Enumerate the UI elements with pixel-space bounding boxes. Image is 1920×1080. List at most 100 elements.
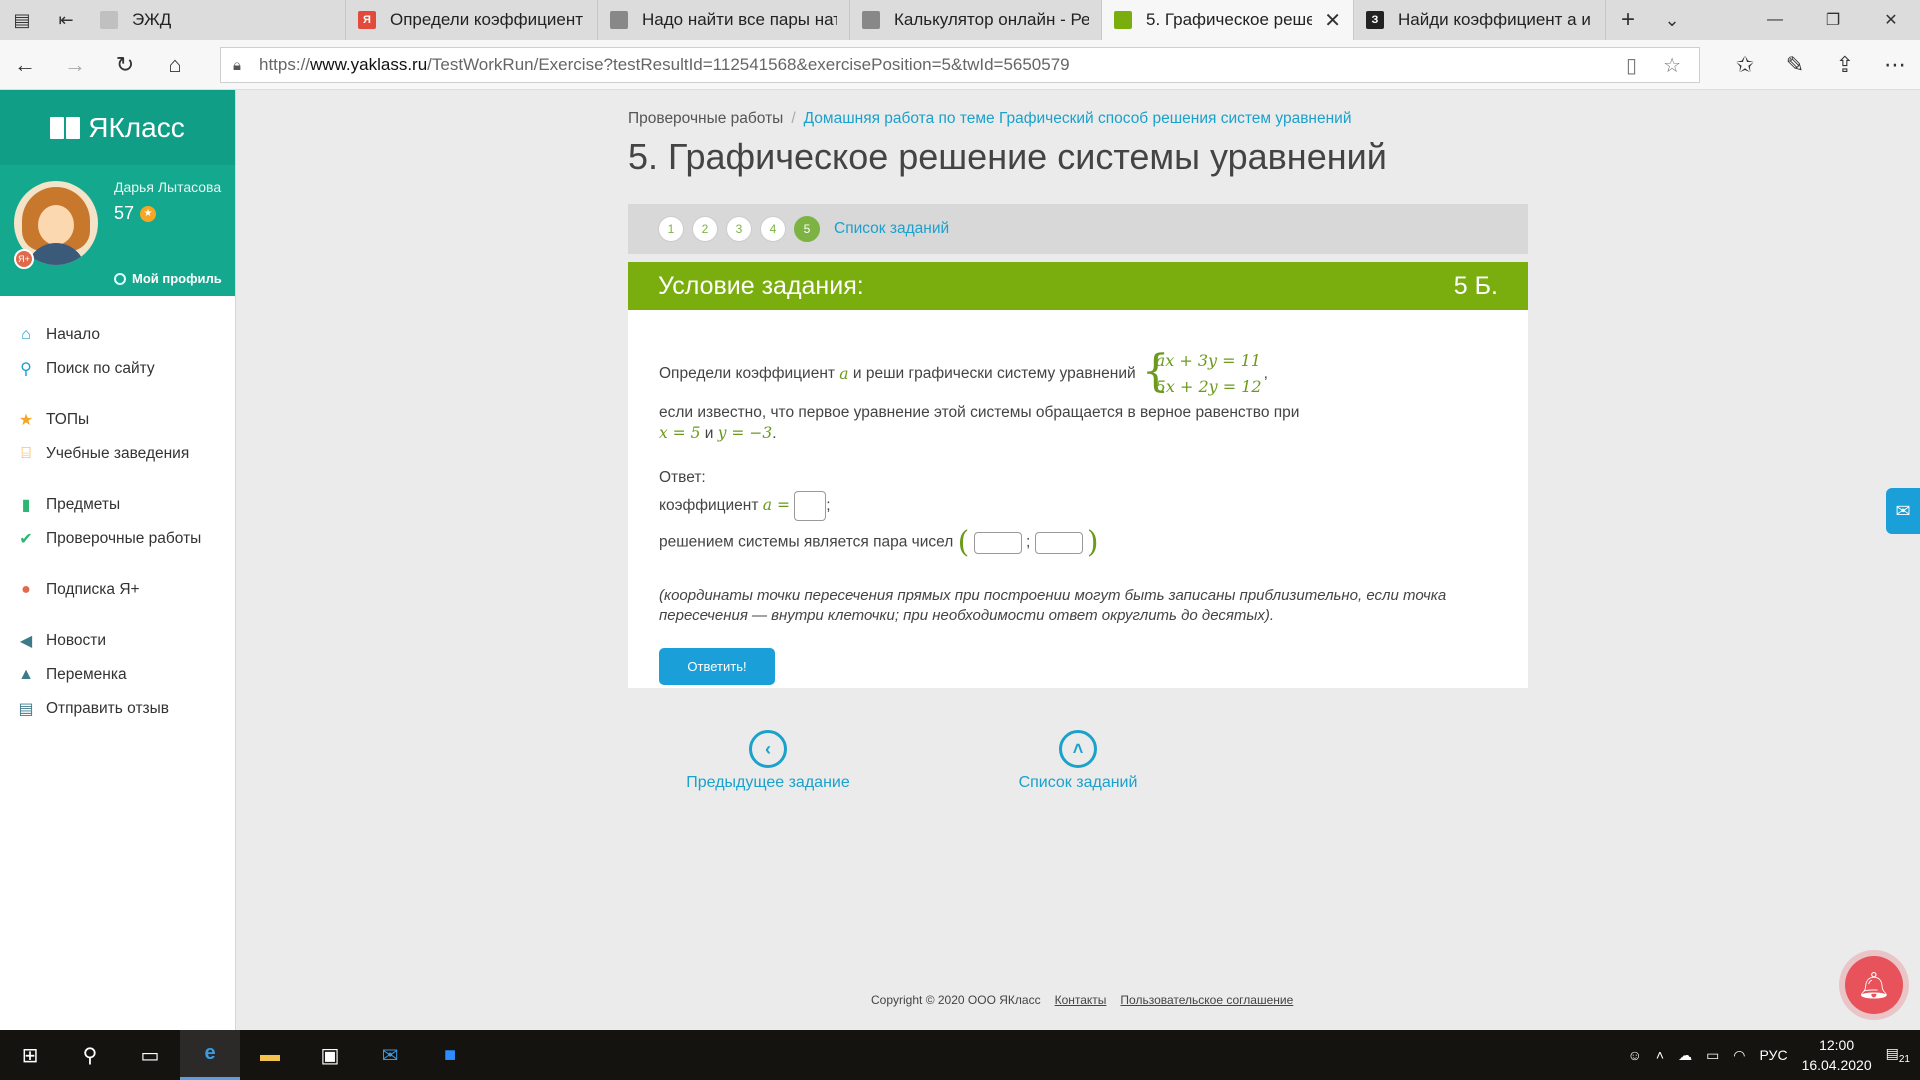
back-button[interactable]: ← [0, 40, 50, 90]
browser-address-bar: ← → ↻ ⌂ 🔒︎ https://www.yaklass.ru/TestWo… [0, 40, 1920, 90]
url-field[interactable]: 🔒︎ https://www.yaklass.ru/TestWorkRun/Ex… [220, 47, 1700, 83]
task-list-link[interactable]: ˄ Список заданий [968, 730, 1188, 792]
breadcrumb-tests[interactable]: Проверочные работы [628, 110, 783, 127]
pen-icon[interactable]: ✎ [1770, 40, 1820, 90]
battery-icon[interactable]: ▭ [1706, 1047, 1719, 1064]
file-explorer-icon[interactable]: ▬ [240, 1030, 300, 1080]
contacts-link[interactable]: Контакты [1055, 993, 1107, 1007]
terms-link[interactable]: Пользовательское соглашение [1120, 993, 1293, 1007]
wifi-icon[interactable]: ◠ [1733, 1047, 1745, 1064]
edge-browser-icon[interactable]: e [180, 1030, 240, 1080]
submit-answer-button[interactable]: Ответить! [659, 648, 775, 685]
task-page-button[interactable]: 5 [794, 216, 820, 242]
reading-view-icon[interactable]: ▯ [1626, 53, 1637, 78]
favorites-icon[interactable]: ✩ [1720, 40, 1770, 90]
breadcrumb-homework[interactable]: Домашняя работа по теме Графический спос… [804, 110, 1352, 127]
sidebar-item[interactable]: ● Подписка Я+ [0, 573, 235, 607]
task-page-button[interactable]: 4 [760, 216, 786, 242]
sidebar-item[interactable]: ▮ Предметы [0, 488, 235, 522]
feedback-mail-icon[interactable]: ✉ [1886, 488, 1920, 534]
sidebar-item[interactable]: ✔ Проверочные работы [0, 522, 235, 556]
people-icon[interactable]: ☺ [1628, 1047, 1642, 1063]
site-logo[interactable]: ЯКласс [0, 90, 235, 165]
profile-panel: Я+ Дарья Лытасова 57 ★ Мой профиль ▮ Вый… [0, 165, 235, 309]
refresh-button[interactable]: ↻ [100, 40, 150, 90]
zoom-app-icon[interactable]: ■ [420, 1030, 480, 1080]
sidebar-item-label: Предметы [46, 496, 121, 513]
browser-tab[interactable]: Я Определи коэффициент a [346, 0, 598, 40]
tab-favicon-icon [862, 11, 880, 29]
minimize-button[interactable]: — [1746, 0, 1804, 40]
browser-tab[interactable]: ЭЖД [88, 0, 346, 40]
task-points: 5 Б. [1453, 271, 1498, 300]
sidebar-item[interactable]: ◀ Новости [0, 624, 235, 658]
browser-tab[interactable]: З Найди коэффициент a и ре [1354, 0, 1606, 40]
sidebar-item-label: Поиск по сайту [46, 360, 155, 377]
language-indicator[interactable]: РУС [1760, 1047, 1788, 1063]
task-pager: 1 2 3 4 5 Список заданий [628, 204, 1528, 254]
sidebar-item-label: Учебные заведения [46, 445, 190, 462]
logout-link[interactable]: ▮ Выйти [114, 294, 169, 309]
close-tab-icon[interactable]: ✕ [1324, 8, 1341, 33]
sidebar-item[interactable]: ⌸ Учебные заведения [0, 437, 235, 471]
tab-restore-icon[interactable]: ⇤ [44, 0, 88, 40]
sidebar-item[interactable]: ▲ Переменка [0, 658, 235, 692]
forward-button[interactable]: → [50, 40, 100, 90]
tab-favicon-icon [610, 11, 628, 29]
restore-button[interactable]: ❐ [1804, 0, 1862, 40]
more-icon[interactable]: ⋯ [1870, 40, 1920, 90]
task-list-link-top[interactable]: Список заданий [834, 220, 949, 238]
close-window-button[interactable]: ✕ [1862, 0, 1920, 40]
browser-tab[interactable]: Надо найти все пары нату| [598, 0, 850, 40]
sidebar-item-icon: ⚲ [20, 361, 32, 378]
copyright: Copyright © 2020 ООО ЯКласс [871, 993, 1041, 1007]
tab-set-aside-icon[interactable]: ▤ [0, 0, 44, 40]
browser-tab[interactable]: Калькулятор онлайн - Реш [850, 0, 1102, 40]
clock[interactable]: 12:00 16.04.2020 [1802, 1035, 1872, 1075]
notification-center-icon[interactable]: ▤21 [1886, 1045, 1910, 1065]
task-statement-line: Определи коэффициент a и реши графически… [659, 346, 1498, 400]
y-answer-input[interactable] [1034, 531, 1083, 554]
sidebar-item[interactable]: ⚲ Поиск по сайту [0, 352, 235, 386]
equation-system: { ax + 3y = 11 5x + 2y = 12 [1142, 346, 1262, 400]
task-page-button[interactable]: 3 [726, 216, 752, 242]
ya-plus-badge: Я+ [14, 249, 34, 269]
tab-title: Определи коэффициент a [390, 10, 585, 29]
my-profile-link[interactable]: Мой профиль [114, 271, 222, 286]
prev-task-link[interactable]: ‹ Предыдущее задание [658, 730, 878, 792]
x-answer-input[interactable] [973, 531, 1022, 554]
url-prefix: https:// [259, 55, 311, 74]
home-button[interactable]: ⌂ [150, 40, 200, 90]
task-text-1: Определи коэффициент [659, 365, 835, 382]
task-page-button[interactable]: 1 [658, 216, 684, 242]
favorite-star-icon[interactable]: ☆ [1663, 53, 1681, 78]
task-page-button[interactable]: 2 [692, 216, 718, 242]
onedrive-icon[interactable]: ☁ [1678, 1047, 1692, 1064]
semicolon: ; [1025, 533, 1031, 551]
tab-title: Надо найти все пары нату| [642, 10, 837, 29]
mail-icon[interactable]: ✉ [360, 1030, 420, 1080]
store-icon[interactable]: ▣ [300, 1030, 360, 1080]
browser-tab[interactable]: 5. Графическое решен ✕ [1102, 0, 1354, 40]
task-list-label: Список заданий [1018, 774, 1138, 791]
user-score: 57 ★ [114, 203, 157, 224]
task-view-icon[interactable]: ▭ [120, 1030, 180, 1080]
tray-chevron-icon[interactable]: ˄ [1656, 1047, 1664, 1063]
share-icon[interactable]: ⇪ [1820, 40, 1870, 90]
solution-label: решением системы является пара чисел [659, 533, 954, 551]
url-path: /TestWorkRun/Exercise?testResultId=11254… [427, 55, 1070, 74]
coef-eq: a = [762, 496, 790, 515]
lock-icon: 🔒︎ [233, 56, 241, 74]
search-icon[interactable]: ⚲ [60, 1030, 120, 1080]
task-header: Условие задания: 5 Б. [628, 262, 1528, 310]
notification-bell-icon[interactable]: 🔔︎ [1845, 956, 1903, 1014]
tab-list-chevron-icon[interactable]: ⌄ [1650, 0, 1694, 40]
user-name: Дарья Лытасова [114, 179, 222, 195]
sidebar-item[interactable]: ▤ Отправить отзыв [0, 692, 235, 726]
task-card: Условие задания: 5 Б. Определи коэффицие… [628, 262, 1528, 688]
sidebar-item[interactable]: ★ ТОПы [0, 403, 235, 437]
sidebar-item[interactable]: ⌂ Начало [0, 318, 235, 352]
new-tab-button[interactable]: + [1606, 0, 1650, 40]
coef-answer-input[interactable] [794, 491, 827, 521]
start-windows-icon[interactable]: ⊞ [0, 1030, 60, 1080]
